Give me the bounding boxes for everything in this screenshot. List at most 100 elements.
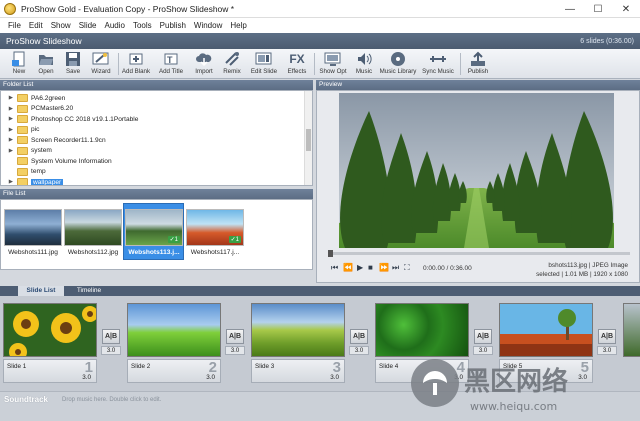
- slide-card[interactable]: Slide 3 3 3.0: [251, 303, 345, 385]
- new-button[interactable]: New: [6, 50, 32, 78]
- transition-duration[interactable]: 3.0: [597, 346, 617, 355]
- import-button[interactable]: Import: [191, 50, 217, 78]
- file-name[interactable]: Webshots112.jpg: [62, 249, 124, 256]
- slide-duration[interactable]: 3.0: [82, 374, 91, 381]
- edit-slide-button[interactable]: Edit Slide: [249, 50, 279, 78]
- expand-arrow-icon[interactable]: ▶: [1, 137, 17, 143]
- transition-slot[interactable]: A|B 3.0: [225, 329, 245, 357]
- folder-item[interactable]: ▶ wallpaper: [1, 177, 301, 185]
- file-thumbnail[interactable]: [64, 209, 122, 246]
- rewind-button[interactable]: ⏪: [343, 263, 353, 272]
- expand-arrow-icon[interactable]: ▶: [1, 95, 17, 101]
- expand-arrow-icon[interactable]: ▶: [1, 148, 17, 154]
- skip-back-button[interactable]: ⏮: [331, 263, 338, 273]
- transition-slot[interactable]: A|B 3.0: [597, 329, 617, 357]
- menu-file[interactable]: File: [4, 21, 25, 30]
- file-thumbnail[interactable]: [4, 209, 62, 246]
- file-name[interactable]: Webshots111.jpg: [2, 249, 64, 256]
- folder-item[interactable]: ▶ PCMaster6.20: [1, 104, 301, 115]
- transition-icon[interactable]: A|B: [102, 329, 120, 344]
- slide-card[interactable]: Slide 4 4 3.0: [375, 303, 469, 385]
- remix-button[interactable]: Remix: [219, 50, 245, 78]
- sync-music-button[interactable]: Sync Music: [421, 50, 455, 78]
- slide-thumbnail[interactable]: [375, 303, 469, 357]
- folder-list-scrollbar[interactable]: [304, 91, 312, 185]
- play-button[interactable]: ▶: [357, 263, 363, 272]
- transition-duration[interactable]: 3.0: [349, 346, 369, 355]
- transition-slot[interactable]: A|B 3.0: [101, 329, 121, 357]
- slide-duration[interactable]: 3.0: [330, 374, 339, 381]
- transition-slot[interactable]: A|B 3.0: [473, 329, 493, 357]
- save-button[interactable]: Save: [60, 50, 86, 78]
- slide-card[interactable]: Slide 2 2 3.0: [127, 303, 221, 385]
- expand-arrow-icon[interactable]: ▶: [1, 106, 17, 112]
- transition-icon[interactable]: A|B: [474, 329, 492, 344]
- slide-thumbnail[interactable]: [251, 303, 345, 357]
- folder-item[interactable]: ▶ PA6.2green: [1, 93, 301, 104]
- publish-button[interactable]: Publish: [464, 50, 492, 78]
- skip-forward-button[interactable]: ⏭: [392, 263, 399, 273]
- open-button[interactable]: Open: [33, 50, 59, 78]
- fast-forward-button[interactable]: ⏩: [379, 263, 389, 272]
- expand-arrow-icon[interactable]: ▶: [1, 179, 17, 185]
- folder-item[interactable]: temp: [1, 167, 301, 178]
- menu-window[interactable]: Window: [190, 21, 226, 30]
- add-blank-button[interactable]: Add Blank: [121, 50, 151, 78]
- file-list-header: File List: [0, 189, 313, 199]
- scrubber-handle[interactable]: [328, 250, 333, 257]
- file-thumbnail[interactable]: ✓1: [186, 209, 244, 246]
- menu-slide[interactable]: Slide: [75, 21, 101, 30]
- sync-music-label: Sync Music: [422, 68, 454, 75]
- tab-slide-list[interactable]: Slide List: [18, 286, 64, 296]
- transition-duration[interactable]: 3.0: [473, 346, 493, 355]
- slide-card[interactable]: Slide 1 1 3.0: [3, 303, 97, 385]
- fullscreen-button[interactable]: ⛶: [404, 263, 410, 273]
- menu-audio[interactable]: Audio: [101, 21, 129, 30]
- music-library-button[interactable]: Music Library: [378, 50, 418, 78]
- effects-button[interactable]: FX Effects: [284, 50, 310, 78]
- soundtrack-bar[interactable]: Soundtrack Drop music here. Double click…: [0, 391, 640, 421]
- expand-arrow-icon[interactable]: ▶: [1, 116, 17, 122]
- folder-item[interactable]: ▶ pic: [1, 125, 301, 136]
- transition-icon[interactable]: A|B: [350, 329, 368, 344]
- slide-thumbnail[interactable]: [127, 303, 221, 357]
- menu-tools[interactable]: Tools: [129, 21, 156, 30]
- wizard-button[interactable]: Wizard: [87, 50, 115, 78]
- slide-thumbnail[interactable]: [499, 303, 593, 357]
- menu-edit[interactable]: Edit: [25, 21, 47, 30]
- file-name[interactable]: Webshots117.j...: [184, 249, 246, 256]
- folder-item[interactable]: System Volume Information: [1, 156, 301, 167]
- slide-thumbnail[interactable]: [623, 303, 640, 357]
- slide-card[interactable]: Slide 5 5 3.0: [499, 303, 593, 385]
- show-options-button[interactable]: Show Opt: [317, 50, 349, 78]
- folder-item[interactable]: ▶ Screen Recorder11.1.9cn: [1, 135, 301, 146]
- transition-icon[interactable]: A|B: [226, 329, 244, 344]
- add-title-button[interactable]: T Add Title: [156, 50, 186, 78]
- remix-label: Remix: [223, 68, 241, 75]
- folder-item[interactable]: ▶ system: [1, 146, 301, 157]
- slide-duration[interactable]: 3.0: [578, 374, 587, 381]
- transition-duration[interactable]: 3.0: [101, 346, 121, 355]
- menu-help[interactable]: Help: [226, 21, 250, 30]
- preview-scrubber[interactable]: [328, 250, 630, 257]
- file-thumbnail[interactable]: ✓1: [125, 209, 183, 246]
- transition-slot[interactable]: A|B 3.0: [349, 329, 369, 357]
- slide-duration[interactable]: 3.0: [206, 374, 215, 381]
- scrollbar-thumb[interactable]: [306, 129, 311, 151]
- close-button[interactable]: ✕: [612, 0, 640, 18]
- slide-duration[interactable]: 3.0: [454, 374, 463, 381]
- slide-card[interactable]: [623, 303, 640, 385]
- stop-button[interactable]: ■: [368, 263, 373, 272]
- slide-thumbnail[interactable]: [3, 303, 97, 357]
- menu-publish[interactable]: Publish: [156, 21, 190, 30]
- music-button[interactable]: Music: [352, 50, 376, 78]
- tab-timeline[interactable]: Timeline: [66, 286, 112, 296]
- minimize-button[interactable]: —: [556, 0, 584, 18]
- expand-arrow-icon[interactable]: ▶: [1, 127, 17, 133]
- folder-item[interactable]: ▶ Photoshop CC 2018 v19.1.1Portable: [1, 114, 301, 125]
- menu-show[interactable]: Show: [47, 21, 75, 30]
- transition-duration[interactable]: 3.0: [225, 346, 245, 355]
- file-name[interactable]: Webshots113.j...: [123, 249, 185, 256]
- maximize-button[interactable]: ☐: [584, 0, 612, 18]
- transition-icon[interactable]: A|B: [598, 329, 616, 344]
